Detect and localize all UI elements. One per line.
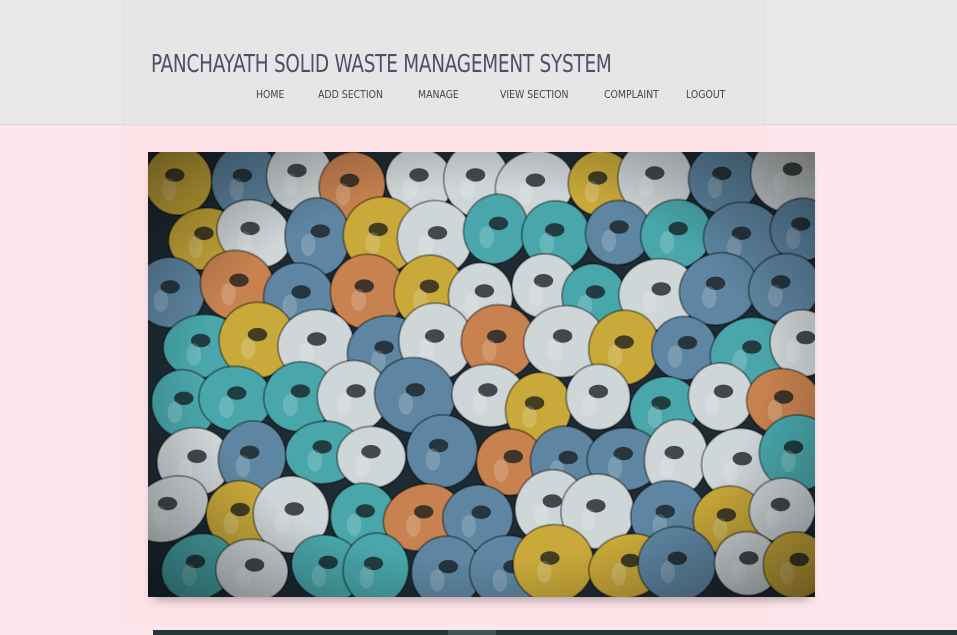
nav-view-section[interactable]: VIEW SECTION — [500, 88, 568, 101]
page: PANCHAYATH SOLID WASTE MANAGEMENT SYSTEM… — [0, 0, 957, 635]
nav-complaint[interactable]: COMPLAINT — [604, 88, 659, 101]
main-nav: HOME ADD SECTION MANAGE VIEW SECTION COM… — [0, 88, 957, 102]
waste-sacks-photo — [148, 152, 815, 597]
site-title: PANCHAYATH SOLID WASTE MANAGEMENT SYSTEM — [151, 49, 612, 78]
nav-add-section[interactable]: ADD SECTION — [318, 88, 383, 101]
footer-bar-segment — [448, 630, 496, 635]
nav-logout[interactable]: LOGOUT — [686, 88, 725, 101]
nav-manage[interactable]: MANAGE — [418, 88, 459, 101]
footer-bar — [153, 630, 957, 635]
hero-image — [148, 152, 815, 597]
nav-home[interactable]: HOME — [256, 88, 284, 101]
